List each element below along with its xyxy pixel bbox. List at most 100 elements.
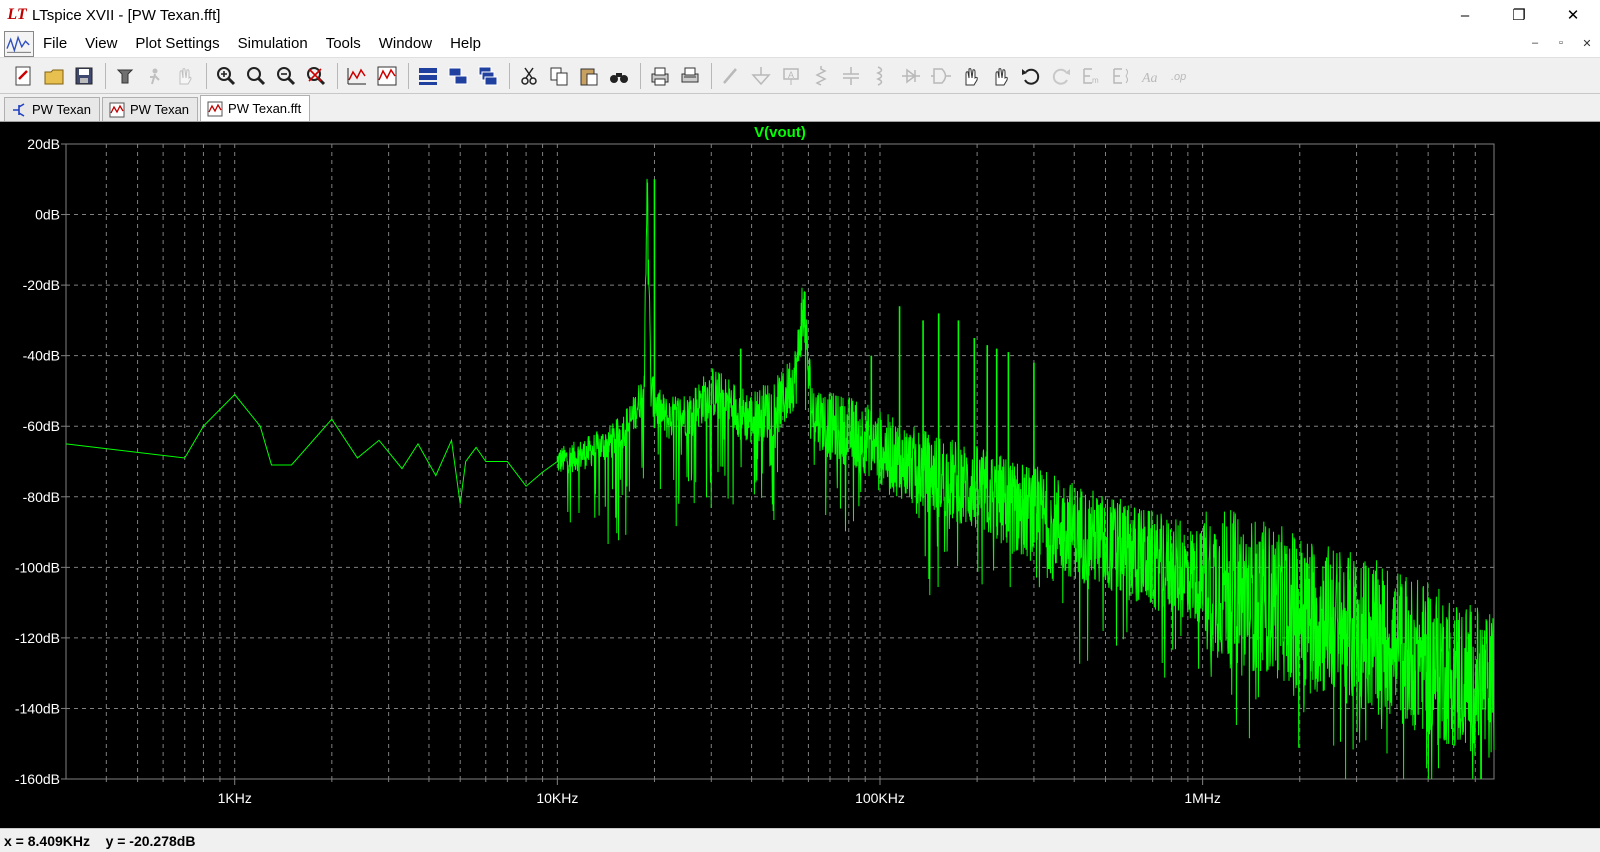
wire-button[interactable] — [717, 62, 745, 90]
ground-icon — [751, 66, 771, 85]
move-button[interactable] — [957, 62, 985, 90]
zoom-in-icon — [217, 66, 236, 85]
cut-button[interactable] — [515, 62, 543, 90]
text-button[interactable]: Aa — [1137, 62, 1165, 90]
open-folder-icon — [44, 69, 64, 84]
window-controls: – ❐ ✕ — [1438, 0, 1600, 30]
zoom-fit-icon — [307, 66, 326, 85]
tab-label: PW Texan — [32, 102, 92, 117]
drag-button[interactable] — [987, 62, 1015, 90]
waveform-icon — [207, 101, 223, 116]
spice-directive-icon: .op — [1171, 71, 1186, 83]
schematic-icon — [13, 102, 25, 117]
find-icon — [610, 72, 628, 83]
tile-horizontal-button[interactable] — [414, 62, 442, 90]
zoom-in-button[interactable] — [212, 62, 240, 90]
save-button[interactable] — [70, 62, 98, 90]
spice-directive-button[interactable]: .op — [1167, 62, 1195, 90]
document-window-controls: – ▫ ✕ — [1522, 32, 1600, 54]
inductor-button[interactable] — [867, 62, 895, 90]
cascade-button[interactable] — [474, 62, 502, 90]
x-tick-label: 100KHz — [855, 790, 905, 806]
halt-button[interactable] — [171, 62, 199, 90]
restore-button[interactable]: ❐ — [1492, 0, 1546, 30]
diode-button[interactable] — [897, 62, 925, 90]
trace-line[interactable] — [65, 178, 1495, 780]
tab-label: PW Texan.fft — [228, 101, 302, 116]
menu-plot-settings[interactable]: Plot Settings — [126, 31, 228, 57]
plot-frame — [65, 143, 1495, 780]
document-minimize-button[interactable]: – — [1522, 32, 1548, 54]
cascade-icon — [478, 66, 498, 85]
svg-text:.op: .op — [1171, 71, 1186, 83]
text-icon: Aa — [1141, 71, 1158, 86]
autorange-button[interactable] — [343, 62, 371, 90]
waveform-plot-pane[interactable]: V(vout) 20dB 0dB -20dB -40dB -60dB -80dB -100dB… — [0, 122, 1600, 828]
toolbar-separator — [640, 62, 641, 89]
zoom-pan-button[interactable] — [242, 62, 270, 90]
ground-button[interactable] — [747, 62, 775, 90]
document-close-button[interactable]: ✕ — [1574, 32, 1600, 54]
x-tick-label: 1MHz — [1184, 790, 1221, 806]
resistor-icon — [815, 65, 827, 86]
zoom-out-icon — [277, 66, 296, 85]
label-button[interactable]: A — [777, 62, 805, 90]
menu-help[interactable]: Help — [441, 31, 490, 57]
redo-button[interactable] — [1047, 62, 1075, 90]
find-button[interactable] — [605, 62, 633, 90]
paste-button[interactable] — [575, 62, 603, 90]
x-tick-label: 1KHz — [218, 790, 252, 806]
document-system-menu-icon[interactable] — [4, 30, 34, 57]
window-title: LTspice XVII - [PW Texan.fft] — [32, 6, 221, 24]
undo-button[interactable] — [1017, 62, 1045, 90]
fft-plot[interactable]: V(vout) 20dB 0dB -20dB -40dB -60dB -80dB -100dB… — [0, 122, 1600, 828]
resistor-button[interactable] — [807, 62, 835, 90]
ltspice-window: LT LTspice XVII - [PW Texan.fft] – ❐ ✕ F… — [0, 0, 1600, 852]
zoom-out-button[interactable] — [272, 62, 300, 90]
tile-vertical-button[interactable] — [444, 62, 472, 90]
x-tick-label: 10KHz — [536, 790, 578, 806]
menu-simulation[interactable]: Simulation — [229, 31, 317, 57]
y-tick-label: 20dB — [27, 136, 60, 152]
menu-view[interactable]: View — [76, 31, 126, 57]
menu-file[interactable]: File — [34, 31, 76, 57]
toolbar-separator — [105, 62, 106, 89]
close-button[interactable]: ✕ — [1546, 0, 1600, 30]
print-button[interactable] — [646, 62, 674, 90]
zoom-fit-button[interactable] — [302, 62, 330, 90]
diode-icon — [902, 68, 920, 83]
toolbar-separator — [337, 62, 338, 89]
print-icon — [651, 67, 669, 85]
capacitor-button[interactable] — [837, 62, 865, 90]
control-panel-button[interactable] — [111, 62, 139, 90]
print-preview-button[interactable] — [676, 62, 704, 90]
inductor-icon — [876, 65, 883, 86]
tab-schematic[interactable]: PW Texan — [4, 97, 101, 121]
menu-tools[interactable]: Tools — [317, 31, 370, 57]
toolbar-separator — [408, 62, 409, 89]
y-tick-label: -140dB — [15, 700, 60, 716]
tab-fft[interactable]: PW Texan.fft — [200, 95, 311, 121]
cut-icon — [521, 67, 537, 85]
ltspice-logo-icon: LT — [7, 6, 27, 23]
component-button[interactable] — [927, 62, 955, 90]
waveform-button[interactable] — [373, 62, 401, 90]
waveform-icon — [377, 66, 397, 85]
rotate-button[interactable]: m — [1077, 62, 1105, 90]
document-tabs: PW Texan PW Texan PW Texan.fft — [0, 94, 1600, 122]
document-restore-button[interactable]: ▫ — [1548, 32, 1574, 54]
status-bar: x = 8.409KHz y = -20.278dB — [0, 828, 1600, 852]
trace-label[interactable]: V(vout) — [754, 124, 806, 141]
run-button[interactable] — [141, 62, 169, 90]
paste-icon — [580, 68, 598, 85]
menu-window[interactable]: Window — [370, 31, 441, 57]
open-folder-button[interactable] — [40, 62, 68, 90]
rotate-icon: m — [1083, 67, 1099, 85]
new-schematic-button[interactable] — [10, 62, 38, 90]
y-tick-label: -20dB — [23, 277, 60, 293]
copy-button[interactable] — [545, 62, 573, 90]
label-icon: A — [783, 67, 799, 85]
minimize-button[interactable]: – — [1438, 0, 1492, 30]
mirror-button[interactable] — [1107, 62, 1135, 90]
tab-waveform[interactable]: PW Texan — [102, 97, 199, 121]
